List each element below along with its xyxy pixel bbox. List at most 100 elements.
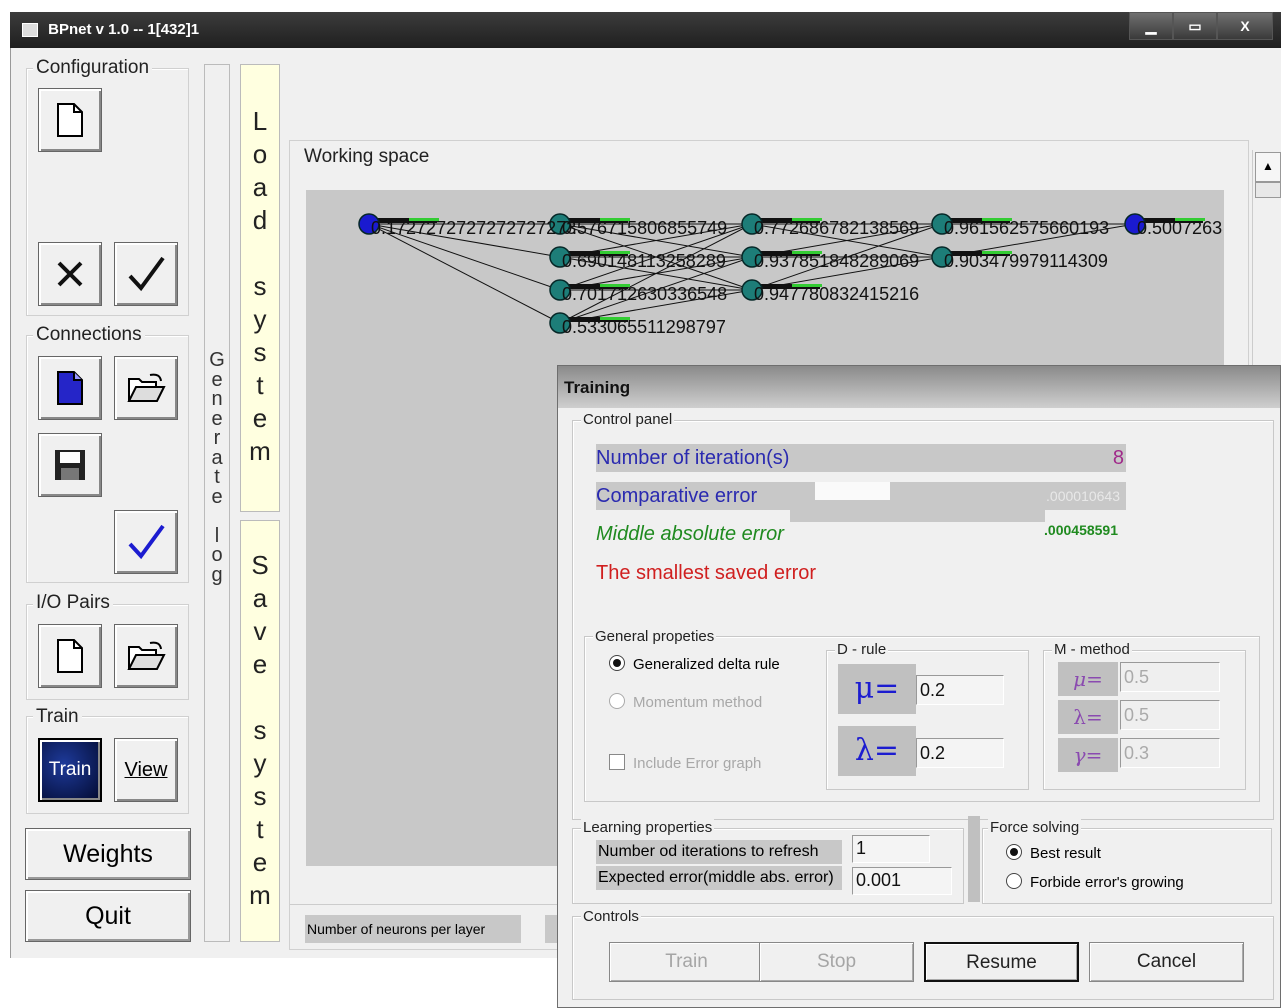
scroll-thumb[interactable] (1255, 182, 1281, 198)
save-system-button[interactable]: Save system (240, 520, 280, 942)
generate_log-char: G (209, 349, 225, 371)
neurons-per-layer-status: Number of neurons per layer (305, 915, 521, 943)
iterations-value: 8 (1112, 447, 1124, 469)
generate_log-char (205, 507, 229, 527)
iterations-row: Number of iteration(s) 8 (596, 444, 1126, 472)
connections-label: Connections (33, 324, 145, 346)
dialog-cancel-button[interactable]: Cancel (1089, 942, 1244, 982)
maximize-button[interactable]: ▭ (1173, 12, 1217, 40)
middle-error-value: .000458591 (1044, 522, 1118, 538)
view-label: View (124, 758, 168, 781)
save_system-char (241, 681, 279, 714)
generate_log-char: g (211, 563, 223, 586)
generate_log-char: t (214, 466, 220, 488)
open-folder-icon (127, 373, 166, 402)
general-properties-label: General propeties (593, 628, 717, 645)
generalized-delta-rule-radio[interactable]: Generalized delta rule (609, 655, 780, 675)
radio-unselected-icon (609, 693, 625, 709)
force-solving-label: Force solving (988, 819, 1082, 836)
controls-label: Controls (581, 908, 641, 925)
generalized-delta-rule-label: Generalized delta rule (633, 656, 780, 673)
d-rule-label: D - rule (835, 641, 889, 658)
neuron-value-label: 0.1727272727272727273 (371, 218, 577, 238)
new-configuration-button[interactable] (38, 88, 102, 152)
load_system-char: s (253, 271, 267, 301)
save_system-char: s (253, 781, 267, 811)
load_system-char (241, 237, 279, 270)
generate-log-button[interactable]: Generate log (204, 64, 230, 942)
save-connections-button[interactable] (38, 433, 102, 497)
smallest-error-row: The smallest saved error (596, 559, 1126, 587)
m-mu-input[interactable]: 0.5 (1120, 662, 1220, 692)
weights-button[interactable]: Weights (25, 828, 191, 880)
cross-icon (57, 261, 83, 287)
save_system-char: e (252, 649, 268, 679)
control-panel-label: Control panel (581, 411, 675, 428)
status-field-edge (545, 915, 557, 943)
delete-configuration-button[interactable] (38, 242, 102, 306)
load_system-char: s (253, 337, 267, 367)
dialog-train-button[interactable]: Train (609, 942, 764, 982)
new-io-pairs-button[interactable] (38, 624, 102, 688)
neuron-value-label: 0.576715806855749 (562, 218, 728, 238)
m-gamma-input[interactable]: 0.3 (1120, 738, 1220, 768)
minimize-button[interactable]: ▁ (1129, 12, 1173, 40)
load-system-button[interactable]: Load system (240, 64, 280, 512)
scroll-up-arrow-icon[interactable]: ▲ (1255, 152, 1281, 182)
neuron-value-label: 0.947780832415216 (754, 284, 920, 304)
train-start-label: Train (48, 759, 92, 780)
floppy-disk-icon (55, 450, 85, 480)
save_system-char: S (251, 550, 269, 580)
radio-unselected-icon (1006, 873, 1022, 889)
io-pairs-label: I/O Pairs (33, 592, 113, 614)
open-io-pairs-button[interactable] (114, 624, 178, 688)
middle-error-row: Middle absolute error .000458591 (596, 520, 1126, 548)
train-label: Train (33, 706, 82, 728)
momentum-method-radio[interactable]: Momentum method (609, 693, 762, 713)
include-error-graph-checkbox[interactable]: Include Error graph (609, 754, 761, 774)
expected-error-input[interactable]: 0.001 (852, 867, 952, 895)
radio-selected-icon (1006, 844, 1022, 860)
middle-error-label: Middle absolute error (596, 523, 784, 545)
save_system-char: e (252, 847, 268, 877)
iterations-label: Number of iteration(s) (596, 447, 790, 469)
neuron-value-label: 0.533065511298797 (562, 317, 726, 337)
learning-properties-label: Learning properties (581, 819, 715, 836)
new-document-icon (57, 103, 83, 137)
dialog-resume-button[interactable]: Resume (924, 942, 1079, 982)
view-button[interactable]: View (114, 738, 178, 802)
close-button[interactable]: X (1217, 12, 1273, 40)
save-system-label: Save system (241, 549, 279, 912)
save_system-char: y (253, 748, 267, 778)
new-connections-button[interactable] (38, 356, 102, 420)
dialog-stop-button[interactable]: Stop (759, 942, 914, 982)
refresh-iterations-input[interactable]: 1 (852, 835, 930, 863)
d-mu-input[interactable]: 0.2 (916, 675, 1004, 705)
neuron-value-label: 0.937851848289069 (754, 251, 920, 271)
load_system-char: e (252, 403, 268, 433)
forbide-growing-radio[interactable]: Forbide error's growing (1006, 873, 1184, 893)
vertical-scrollbar[interactable]: ▲ (1252, 150, 1281, 400)
neuron-value-label: 0.701712630336548 (562, 284, 728, 304)
train-start-button[interactable]: Train (38, 738, 102, 802)
quit-button[interactable]: Quit (25, 890, 191, 942)
apply-connections-button[interactable] (114, 510, 178, 574)
generate_log-char: o (211, 544, 223, 566)
checkmark-icon (128, 256, 165, 292)
working-space-label: Working space (301, 146, 433, 168)
save_system-char: a (252, 583, 268, 613)
m-lambda-symbol: λ= (1058, 700, 1118, 734)
neuron-value-label: 0.690148113258289 (562, 251, 726, 271)
d-lambda-input[interactable]: 0.2 (916, 738, 1004, 768)
m-lambda-input[interactable]: 0.5 (1120, 700, 1220, 730)
comparative-error-bar (815, 482, 890, 500)
smallest-error-label: The smallest saved error (596, 562, 817, 584)
comparative-error-label: Comparative error (596, 485, 758, 507)
blue-checkmark-icon (128, 524, 165, 560)
confirm-configuration-button[interactable] (114, 242, 178, 306)
best-result-radio[interactable]: Best result (1006, 844, 1101, 864)
best-result-label: Best result (1030, 845, 1101, 862)
load_system-char: o (252, 139, 268, 169)
open-connections-button[interactable] (114, 356, 178, 420)
neuron-value-label: 0.903479979114309 (944, 251, 1108, 271)
